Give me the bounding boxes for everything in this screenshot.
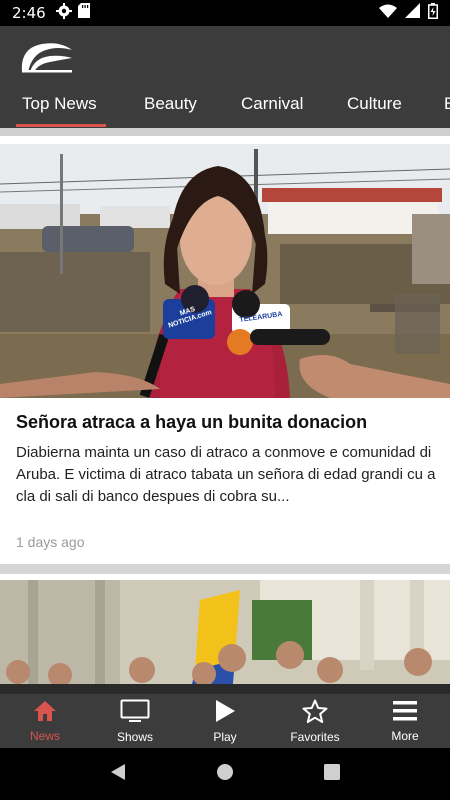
- bottom-navigation: News Shows Play Favorites More: [0, 694, 450, 748]
- nav-news[interactable]: News: [0, 694, 90, 748]
- article-description: Diabierna mainta un caso di atraco a con…: [16, 444, 436, 505]
- sd-card-icon: [77, 3, 90, 23]
- article-timestamp: 1 days ago: [16, 534, 85, 550]
- wifi-icon: [379, 4, 397, 23]
- tab-top-news[interactable]: Top News: [22, 94, 97, 114]
- signal-icon: [405, 3, 420, 23]
- category-tabs: Top News Beauty Carnival Culture E: [0, 88, 450, 128]
- status-bar: 2:46: [0, 0, 450, 26]
- card-divider: [0, 564, 450, 574]
- nav-more-label: More: [391, 728, 419, 743]
- nav-play[interactable]: Play: [180, 694, 270, 748]
- tab-carnival[interactable]: Carnival: [241, 94, 303, 114]
- tab-culture[interactable]: Culture: [347, 94, 402, 114]
- home-button-icon[interactable]: [216, 763, 234, 786]
- content-top-divider: [0, 128, 450, 136]
- recents-icon[interactable]: [324, 763, 340, 785]
- back-icon[interactable]: [110, 763, 126, 786]
- nav-favorites-label: Favorites: [290, 729, 340, 744]
- nav-favorites[interactable]: Favorites: [270, 694, 360, 748]
- nav-shows[interactable]: Shows: [90, 694, 180, 748]
- tab-active-indicator: [16, 124, 106, 127]
- play-icon: [214, 699, 236, 726]
- nav-more[interactable]: More: [360, 694, 450, 748]
- menu-icon: [392, 700, 418, 725]
- system-navigation-bar: [0, 748, 450, 800]
- tab-beauty[interactable]: Beauty: [144, 94, 197, 114]
- article-image: MAS NOTICIA.com TELEARUBA: [0, 144, 450, 398]
- nav-news-label: News: [29, 728, 60, 743]
- app-bar: Top News Beauty Carnival Culture E: [0, 26, 450, 128]
- star-icon: [302, 699, 328, 726]
- gear-icon: [55, 2, 72, 24]
- app-logo[interactable]: [20, 40, 74, 79]
- status-time: 2:46: [12, 4, 46, 22]
- article-card[interactable]: MAS NOTICIA.com TELEARUBA Señora atraca …: [0, 144, 450, 564]
- article-image-2[interactable]: [0, 580, 450, 694]
- tv-icon: [120, 699, 150, 726]
- nav-play-label: Play: [213, 729, 237, 744]
- battery-icon: [428, 2, 438, 24]
- home-icon: [33, 700, 57, 725]
- article-title[interactable]: Señora atraca a haya un bunita donacion: [16, 412, 436, 433]
- tab-e[interactable]: E: [444, 94, 450, 114]
- nav-shows-label: Shows: [116, 729, 154, 744]
